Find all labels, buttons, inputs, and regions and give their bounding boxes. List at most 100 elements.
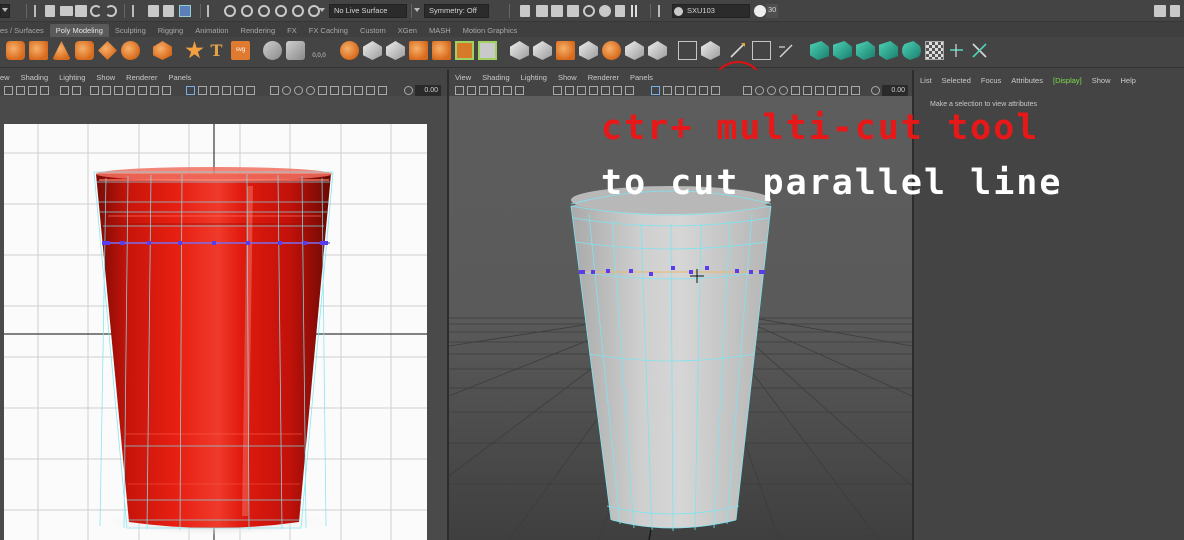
- field-chart-icon[interactable]: [601, 86, 610, 95]
- text-tool-icon[interactable]: T: [207, 41, 226, 60]
- multisample-icon[interactable]: [827, 86, 836, 95]
- left-viewport[interactable]: [0, 96, 447, 540]
- tab-curves-surfaces[interactable]: es / Surfaces: [0, 24, 50, 37]
- menu-show[interactable]: Show: [96, 73, 115, 82]
- menu-shading[interactable]: Shading: [482, 73, 510, 82]
- menu-view[interactable]: ew: [0, 73, 10, 82]
- wireframe-icon[interactable]: [553, 86, 562, 95]
- live-surface-field[interactable]: No Live Surface: [329, 4, 407, 18]
- menu-panels[interactable]: Panels: [168, 73, 191, 82]
- render-setup-icon[interactable]: [615, 4, 628, 18]
- extrude-icon[interactable]: [510, 41, 529, 60]
- poly-plane-icon[interactable]: [98, 41, 117, 60]
- cut-uv-icon[interactable]: [947, 41, 966, 60]
- two-sided-icon[interactable]: [791, 86, 800, 95]
- sidebar-toggle-icon[interactable]: [1154, 4, 1169, 18]
- append-polygon-icon[interactable]: [602, 41, 621, 60]
- camera-attributes-icon[interactable]: [16, 86, 25, 95]
- tab-custom[interactable]: Custom: [354, 24, 392, 37]
- combine-icon[interactable]: [340, 41, 359, 60]
- new-scene-icon[interactable]: [45, 4, 58, 18]
- bookmark-icon[interactable]: [28, 86, 37, 95]
- safe-action-icon[interactable]: [613, 86, 622, 95]
- extract-icon[interactable]: [386, 41, 405, 60]
- mirror-icon[interactable]: [432, 41, 451, 60]
- camera-attributes-icon[interactable]: [467, 86, 476, 95]
- menu-selected[interactable]: Selected: [942, 76, 971, 85]
- snap-view-plane-icon[interactable]: [292, 4, 307, 18]
- xray-components-icon[interactable]: [779, 86, 788, 95]
- history-icon[interactable]: [520, 4, 533, 18]
- film-gate-icon[interactable]: [72, 86, 81, 95]
- offset-edge-loop-icon[interactable]: [752, 41, 771, 60]
- cluster-icon[interactable]: [286, 41, 305, 60]
- textured-icon[interactable]: [675, 86, 684, 95]
- lighting-icon[interactable]: [711, 86, 720, 95]
- menu-view[interactable]: View: [455, 73, 471, 82]
- wireframe-icon[interactable]: [90, 86, 99, 95]
- connect-tool-icon[interactable]: [678, 41, 697, 60]
- symmetry-field[interactable]: Symmetry: Off: [424, 4, 489, 18]
- menu-shading[interactable]: Shading: [21, 73, 49, 82]
- tab-poly-modeling[interactable]: Poly Modeling: [49, 24, 109, 37]
- lights-icon[interactable]: [222, 86, 231, 95]
- resolution-gate-icon[interactable]: [114, 86, 123, 95]
- poly-torus-icon[interactable]: [75, 41, 94, 60]
- fill-hole-icon[interactable]: [579, 41, 598, 60]
- tab-fx[interactable]: FX: [281, 24, 303, 37]
- svg-tool-icon[interactable]: svg: [231, 41, 250, 60]
- multisample-icon[interactable]: [354, 86, 363, 95]
- xray-joints-icon[interactable]: [294, 86, 303, 95]
- poly-cube-icon[interactable]: [29, 41, 48, 60]
- quad-draw-icon[interactable]: [776, 41, 795, 60]
- tab-sculpting[interactable]: Sculpting: [109, 24, 152, 37]
- film-gate-icon[interactable]: [515, 86, 524, 95]
- hud-icon[interactable]: [851, 86, 860, 95]
- menu-focus[interactable]: Focus: [981, 76, 1001, 85]
- resolution-gate-icon[interactable]: [577, 86, 586, 95]
- menu-attributes[interactable]: Attributes: [1011, 76, 1043, 85]
- tab-xgen[interactable]: XGen: [392, 24, 423, 37]
- select-component-icon[interactable]: [179, 4, 194, 18]
- lights-icon[interactable]: [687, 86, 696, 95]
- select-object-icon[interactable]: [163, 4, 177, 18]
- screen-space-ao-icon[interactable]: [803, 86, 812, 95]
- ipr-render-icon[interactable]: [567, 4, 582, 18]
- insert-edge-loop-icon[interactable]: [701, 41, 720, 60]
- menu-renderer[interactable]: Renderer: [588, 73, 619, 82]
- screen-space-ao-icon[interactable]: [330, 86, 339, 95]
- menu-show[interactable]: Show: [1092, 76, 1111, 85]
- open-scene-icon[interactable]: [60, 4, 76, 18]
- camera-select-icon[interactable]: [4, 86, 13, 95]
- shadows-icon[interactable]: [699, 86, 708, 95]
- render-settings-icon[interactable]: [583, 4, 598, 18]
- pause-icon[interactable]: [631, 4, 640, 18]
- hypershade-icon[interactable]: [599, 4, 614, 18]
- field-chart-icon[interactable]: [138, 86, 147, 95]
- safe-action-icon[interactable]: [150, 86, 159, 95]
- depth-of-field-icon[interactable]: [839, 86, 848, 95]
- automatic-mapping-icon[interactable]: [856, 41, 875, 60]
- menu-renderer[interactable]: Renderer: [126, 73, 157, 82]
- motion-blur-icon[interactable]: [815, 86, 824, 95]
- smooth-shade-icon[interactable]: [565, 86, 574, 95]
- render-view-icon[interactable]: [536, 4, 551, 18]
- image-plane-icon[interactable]: [491, 86, 500, 95]
- redo-icon[interactable]: [105, 4, 120, 18]
- grid-icon[interactable]: [503, 86, 512, 95]
- bookmark-icon[interactable]: [479, 86, 488, 95]
- lighting-icon[interactable]: [246, 86, 255, 95]
- smooth-shade-icon[interactable]: [102, 86, 111, 95]
- gate-mask-icon[interactable]: [126, 86, 135, 95]
- chevron-icon[interactable]: [658, 4, 667, 18]
- xray-components-icon[interactable]: [306, 86, 315, 95]
- select-hierarchy-icon[interactable]: [148, 4, 162, 18]
- two-sided-icon[interactable]: [318, 86, 327, 95]
- image-plane-icon[interactable]: [40, 86, 49, 95]
- render-current-icon[interactable]: [551, 4, 566, 18]
- bridge-icon[interactable]: [533, 41, 552, 60]
- multi-cut-tool-icon[interactable]: [728, 41, 747, 60]
- sculpt-tool-icon[interactable]: [263, 41, 282, 60]
- menu-lighting[interactable]: Lighting: [521, 73, 547, 82]
- save-scene-icon[interactable]: [75, 4, 90, 18]
